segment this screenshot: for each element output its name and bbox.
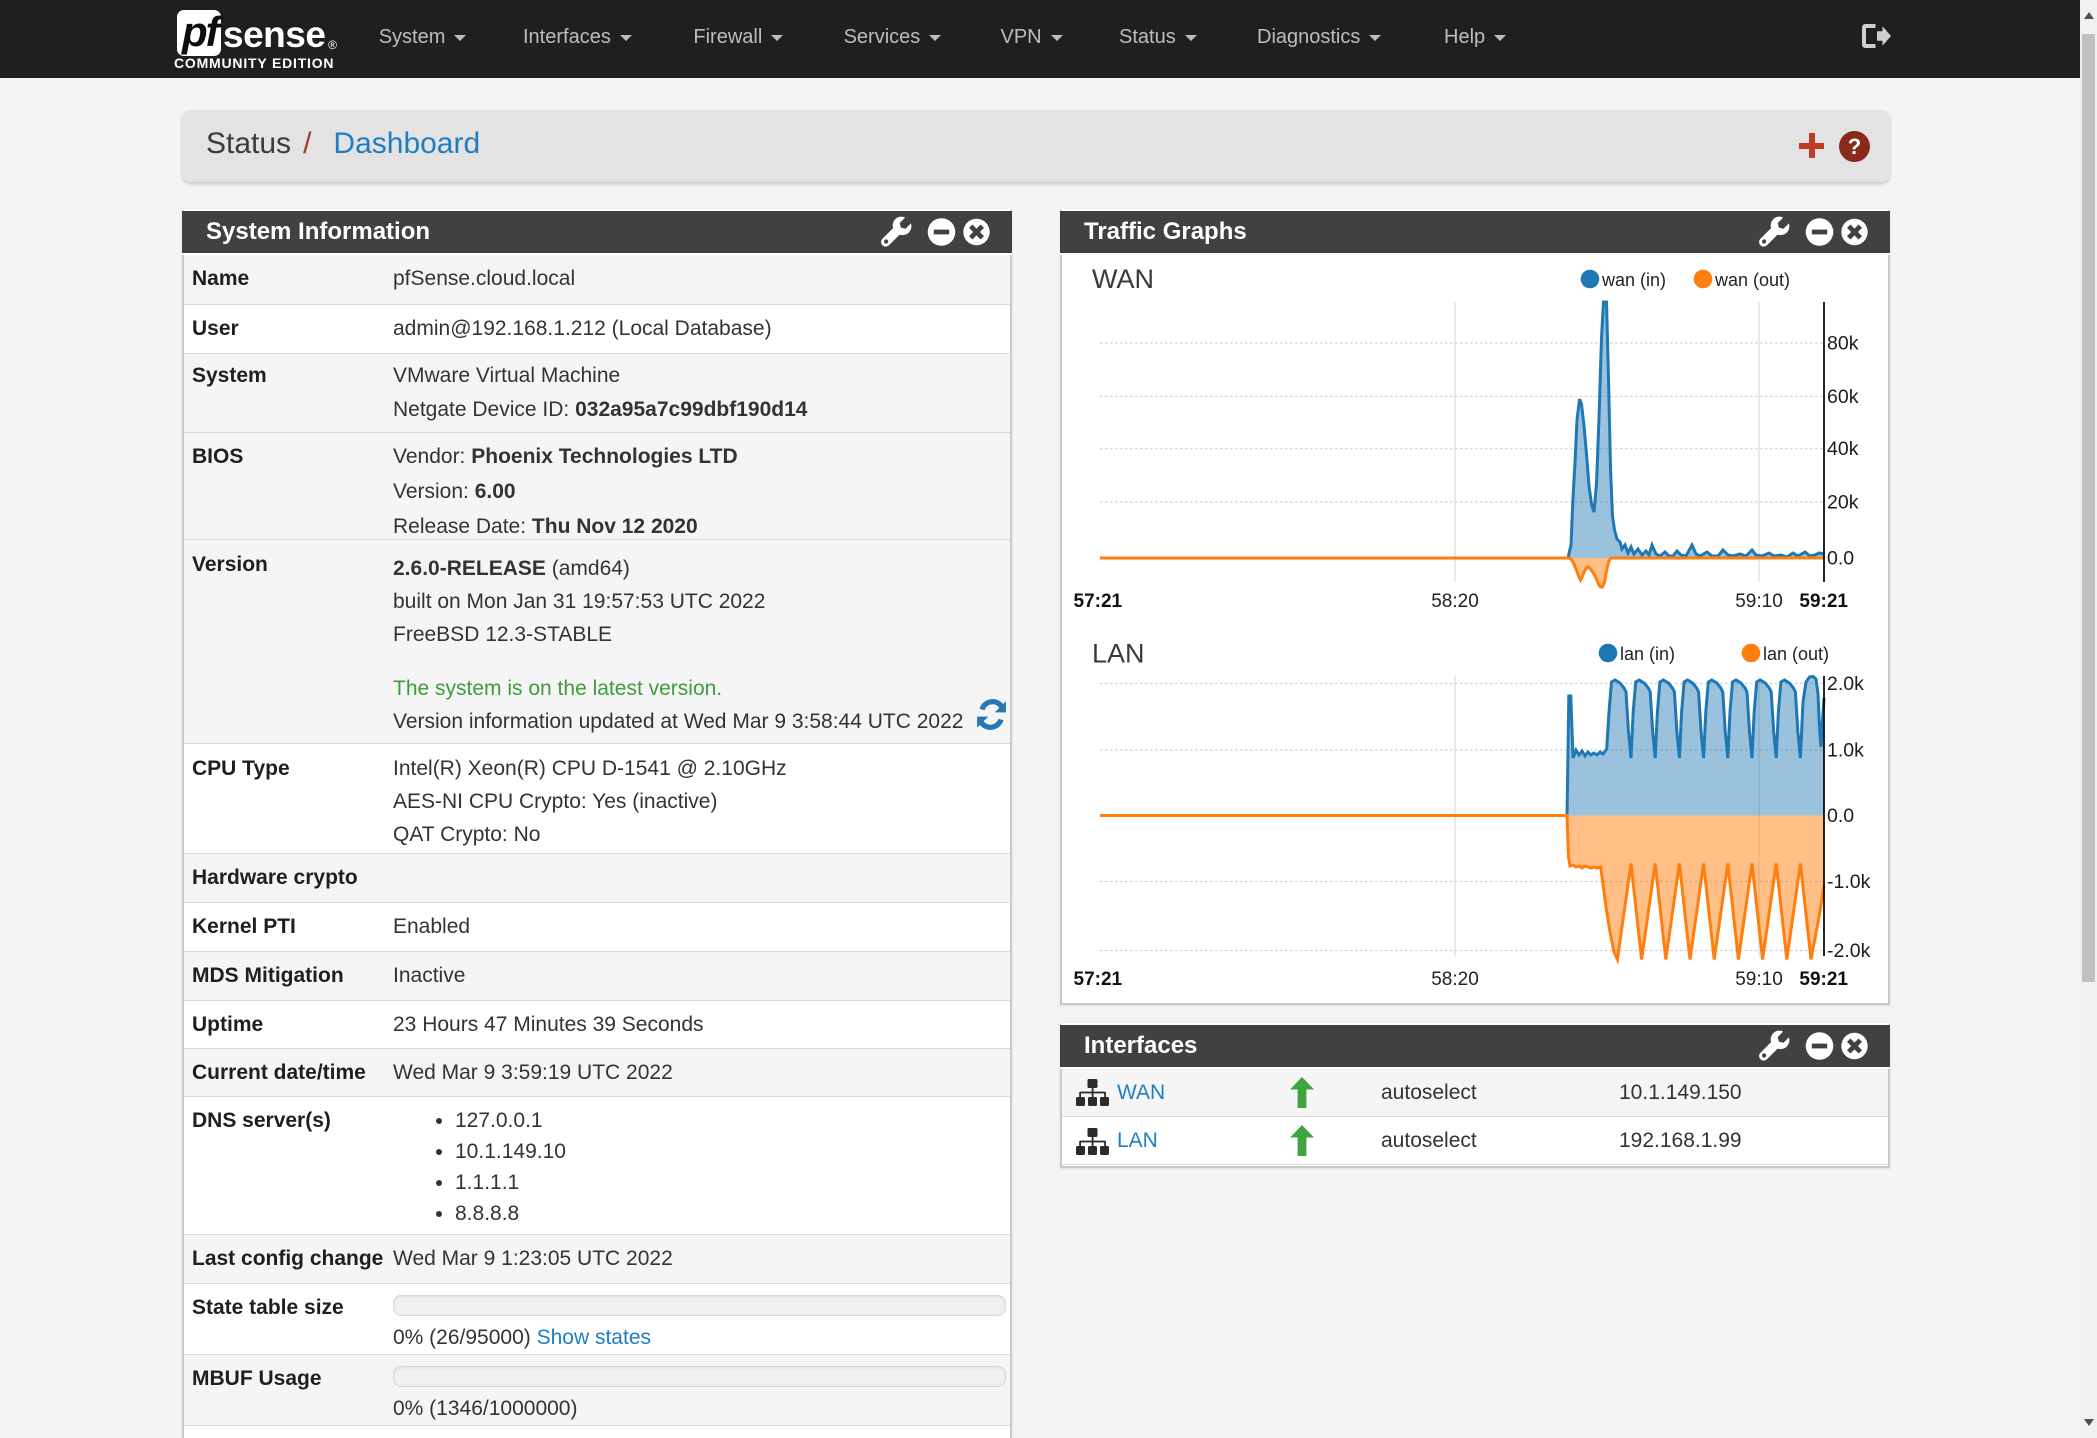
svg-text:57:21: 57:21 xyxy=(1074,591,1123,612)
svg-text:lan (out): lan (out) xyxy=(1763,644,1829,664)
svg-text:wan (in): wan (in) xyxy=(1601,270,1666,290)
svg-text:WAN: WAN xyxy=(1092,264,1154,294)
svg-text:20k: 20k xyxy=(1827,492,1859,514)
svg-text:0.0: 0.0 xyxy=(1827,805,1854,827)
svg-text:1.0k: 1.0k xyxy=(1827,740,1864,762)
svg-text:-1.0k: -1.0k xyxy=(1827,871,1871,893)
svg-text:0.0: 0.0 xyxy=(1827,548,1854,570)
svg-text:58:20: 58:20 xyxy=(1431,591,1479,612)
svg-text:LAN: LAN xyxy=(1092,639,1145,669)
svg-text:2.0k: 2.0k xyxy=(1827,673,1864,695)
svg-text:58:20: 58:20 xyxy=(1431,969,1479,990)
svg-text:40k: 40k xyxy=(1827,438,1859,460)
svg-text:59:10: 59:10 xyxy=(1735,969,1783,990)
svg-text:lan (in): lan (in) xyxy=(1620,644,1675,664)
svg-text:60k: 60k xyxy=(1827,386,1859,408)
svg-text:59:10: 59:10 xyxy=(1735,591,1783,612)
svg-text:-2.0k: -2.0k xyxy=(1827,940,1871,962)
svg-text:59:21: 59:21 xyxy=(1799,591,1848,612)
svg-text:80k: 80k xyxy=(1827,333,1859,355)
svg-text:wan (out): wan (out) xyxy=(1714,270,1790,290)
svg-text:57:21: 57:21 xyxy=(1074,969,1123,990)
svg-text:59:21: 59:21 xyxy=(1799,969,1848,990)
